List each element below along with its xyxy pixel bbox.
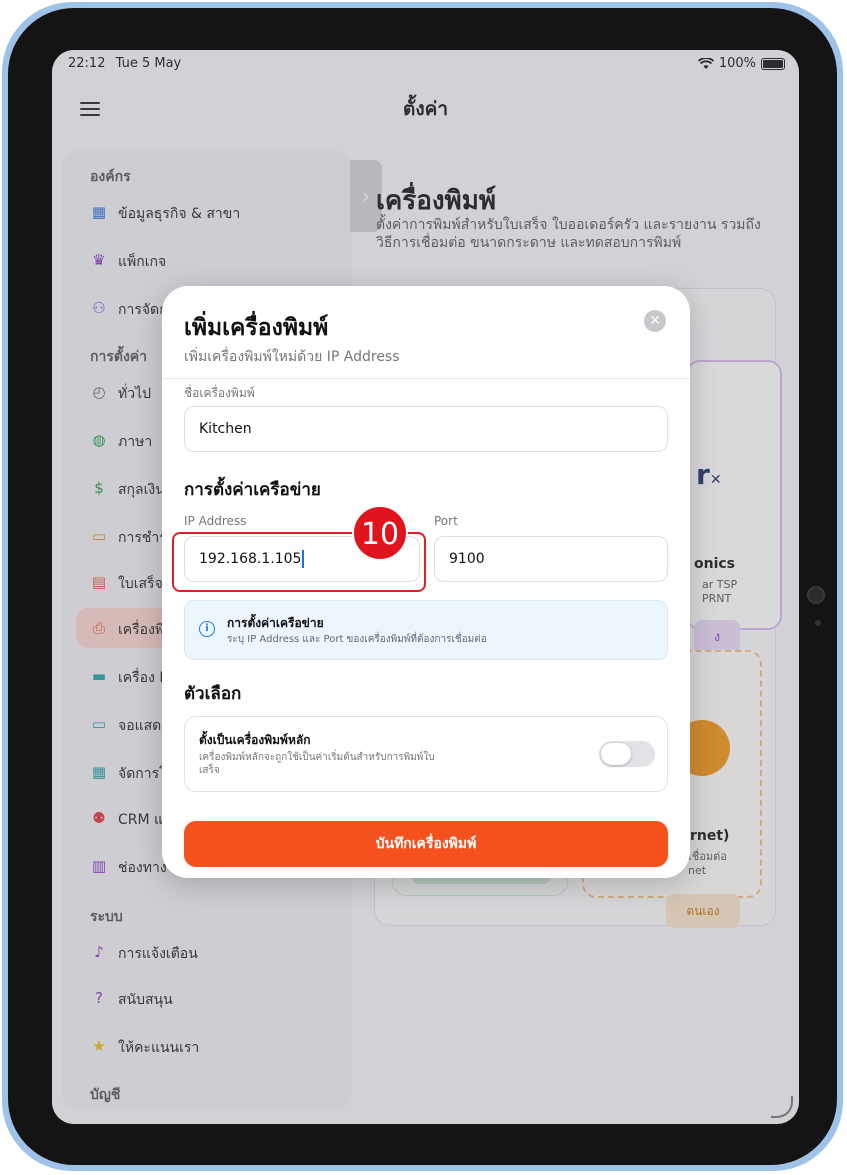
modal-title: เพิ่มเครื่องพิมพ์ <box>184 315 329 341</box>
save-printer-button[interactable]: บันทึกเครื่องพิมพ์ <box>184 821 668 867</box>
ip-address-label: IP Address <box>184 514 247 528</box>
camera-icon <box>807 586 825 604</box>
step-number-badge: 10 <box>352 505 408 561</box>
network-info-box: i การตั้งค่าเครือข่าย ระบุ IP Address แล… <box>184 600 668 660</box>
divider <box>162 378 690 379</box>
close-icon: ✕ <box>649 313 661 329</box>
default-printer-toggle[interactable] <box>599 741 655 767</box>
info-text: ระบุ IP Address และ Port ของเครื่องพิมพ์… <box>227 634 487 645</box>
info-icon: i <box>199 621 215 637</box>
modal-subtitle: เพิ่มเครื่องพิมพ์ใหม่ด้วย IP Address <box>184 349 400 365</box>
toggle-knob <box>601 743 631 765</box>
options-section-heading: ตัวเลือก <box>184 684 242 704</box>
info-title: การตั้งค่าเครือข่าย <box>227 616 324 630</box>
port-input[interactable]: 9100 <box>434 536 668 582</box>
close-button[interactable]: ✕ <box>644 310 666 332</box>
default-printer-title: ตั้งเป็นเครื่องพิมพ์หลัก <box>199 733 311 747</box>
printer-name-input[interactable]: Kitchen <box>184 406 668 452</box>
screen: 22:12 Tue 5 May 100% ตั้งค่า องค์กร ▦ ข้… <box>52 50 799 1124</box>
port-label: Port <box>434 514 458 528</box>
network-section-heading: การตั้งค่าเครือข่าย <box>184 480 321 500</box>
default-printer-desc: เครื่องพิมพ์หลักจะถูกใช้เป็นค่าเริ่มต้นส… <box>199 752 435 776</box>
printer-name-label: ชื่อเครื่องพิมพ์ <box>184 386 255 400</box>
sensor-icon <box>815 620 821 626</box>
default-printer-option: ตั้งเป็นเครื่องพิมพ์หลัก เครื่องพิมพ์หลั… <box>184 716 668 792</box>
